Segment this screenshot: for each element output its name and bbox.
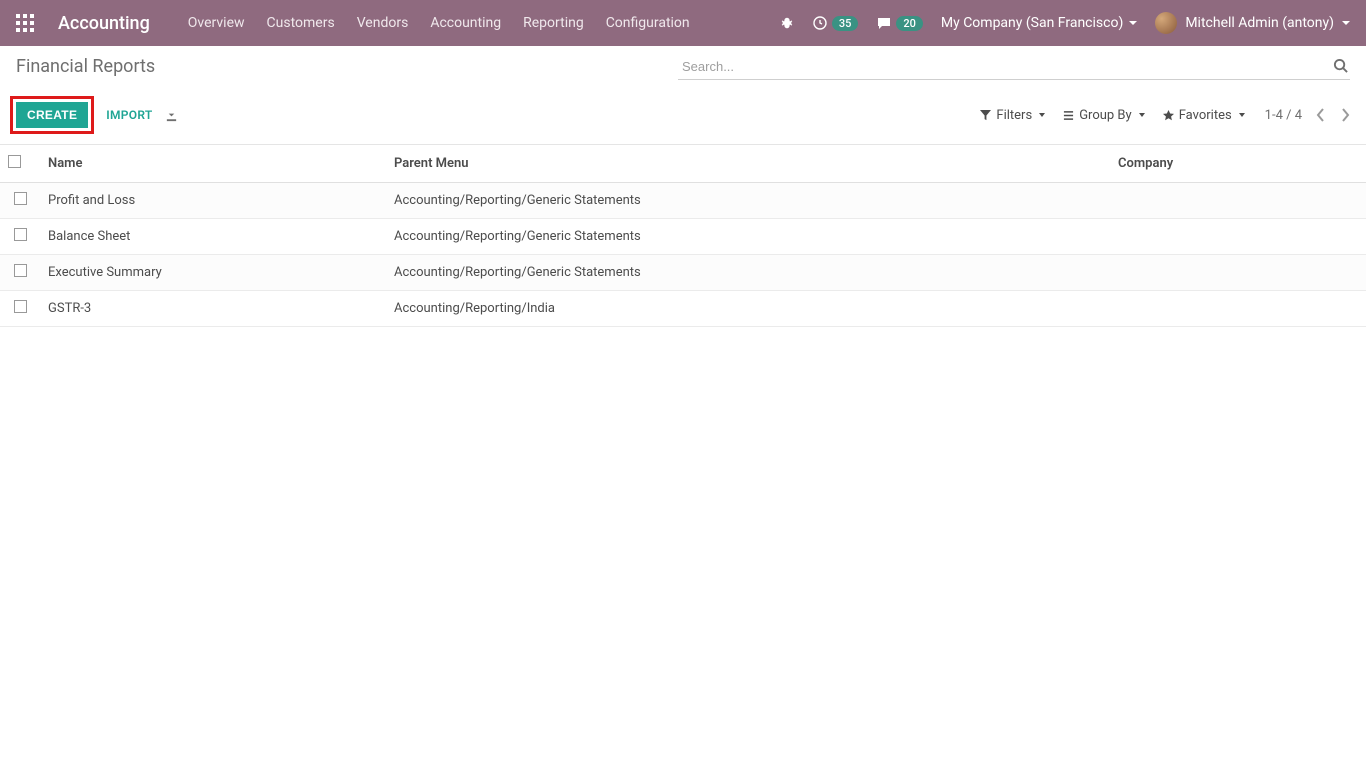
- filters-button[interactable]: Filters: [980, 108, 1045, 123]
- row-checkbox[interactable]: [14, 192, 27, 205]
- header-checkbox-cell: [0, 145, 40, 183]
- download-icon[interactable]: [165, 109, 178, 122]
- cell-name: Executive Summary: [40, 255, 386, 291]
- table-row[interactable]: Profit and Loss Accounting/Reporting/Gen…: [0, 183, 1366, 219]
- search-input[interactable]: [678, 56, 1350, 80]
- cell-parent: Accounting/Reporting/Generic Statements: [386, 183, 1110, 219]
- pager: 1-4 / 4: [1265, 108, 1350, 123]
- company-switcher[interactable]: My Company (San Francisco): [941, 15, 1137, 31]
- select-all-checkbox[interactable]: [8, 155, 21, 168]
- filters-label: Filters: [996, 108, 1032, 123]
- cp-row-bottom: CREATE IMPORT Filters Group By: [16, 88, 1350, 144]
- cell-company: [1110, 219, 1366, 255]
- row-checkbox[interactable]: [14, 300, 27, 313]
- caret-down-icon: [1239, 113, 1245, 117]
- create-button[interactable]: CREATE: [16, 102, 88, 128]
- cell-name: Profit and Loss: [40, 183, 386, 219]
- group-by-button[interactable]: Group By: [1063, 108, 1145, 123]
- import-button[interactable]: IMPORT: [106, 108, 152, 122]
- control-panel: Financial Reports CREATE IMPORT Filters: [0, 46, 1366, 145]
- header-company[interactable]: Company: [1110, 145, 1366, 183]
- table-row[interactable]: Balance Sheet Accounting/Reporting/Gener…: [0, 219, 1366, 255]
- cell-company: [1110, 183, 1366, 219]
- favorites-button[interactable]: Favorites: [1163, 108, 1245, 123]
- pager-text[interactable]: 1-4 / 4: [1265, 108, 1302, 123]
- navbar-right: 35 20 My Company (San Francisco) Mitchel…: [780, 12, 1350, 34]
- cell-parent: Accounting/Reporting/Generic Statements: [386, 255, 1110, 291]
- caret-down-icon: [1342, 21, 1350, 25]
- nav-link-accounting[interactable]: Accounting: [430, 15, 501, 31]
- user-name: Mitchell Admin (antony): [1185, 15, 1334, 31]
- search-icon[interactable]: [1333, 58, 1348, 77]
- nav-link-reporting[interactable]: Reporting: [523, 15, 584, 31]
- header-parent[interactable]: Parent Menu: [386, 145, 1110, 183]
- row-checkbox[interactable]: [14, 264, 27, 277]
- table-header-row: Name Parent Menu Company: [0, 145, 1366, 183]
- caret-down-icon: [1039, 113, 1045, 117]
- pager-next[interactable]: [1340, 108, 1350, 122]
- page-title: Financial Reports: [16, 56, 155, 80]
- nav-link-configuration[interactable]: Configuration: [606, 15, 690, 31]
- cell-name: GSTR-3: [40, 291, 386, 327]
- caret-down-icon: [1139, 113, 1145, 117]
- filter-group: Filters Group By Favorites: [980, 108, 1244, 123]
- bug-icon[interactable]: [780, 16, 794, 30]
- left-buttons: CREATE IMPORT: [16, 96, 178, 134]
- pager-prev[interactable]: [1316, 108, 1326, 122]
- create-highlight: CREATE: [10, 96, 94, 134]
- table-row[interactable]: GSTR-3 Accounting/Reporting/India: [0, 291, 1366, 327]
- cell-parent: Accounting/Reporting/India: [386, 291, 1110, 327]
- list-table: Name Parent Menu Company Profit and Loss…: [0, 145, 1366, 327]
- app-title[interactable]: Accounting: [58, 13, 150, 34]
- navbar-left: Accounting Overview Customers Vendors Ac…: [16, 13, 690, 34]
- nav-link-vendors[interactable]: Vendors: [357, 15, 409, 31]
- nav-link-customers[interactable]: Customers: [267, 15, 335, 31]
- row-checkbox[interactable]: [14, 228, 27, 241]
- table-row[interactable]: Executive Summary Accounting/Reporting/G…: [0, 255, 1366, 291]
- header-name[interactable]: Name: [40, 145, 386, 183]
- nav-links: Overview Customers Vendors Accounting Re…: [188, 15, 690, 31]
- chat-pill[interactable]: 20: [876, 15, 923, 31]
- timer-badge: 35: [832, 16, 859, 31]
- cell-name: Balance Sheet: [40, 219, 386, 255]
- group-by-label: Group By: [1079, 108, 1132, 123]
- cp-row-top: Financial Reports: [16, 56, 1350, 80]
- cell-company: [1110, 291, 1366, 327]
- avatar: [1155, 12, 1177, 34]
- user-menu[interactable]: Mitchell Admin (antony): [1155, 12, 1350, 34]
- caret-down-icon: [1129, 21, 1137, 25]
- favorites-label: Favorites: [1179, 108, 1232, 123]
- chat-badge: 20: [896, 16, 923, 31]
- apps-icon[interactable]: [16, 14, 34, 32]
- cell-parent: Accounting/Reporting/Generic Statements: [386, 219, 1110, 255]
- right-controls: Filters Group By Favorites 1-4 / 4: [980, 108, 1350, 123]
- cell-company: [1110, 255, 1366, 291]
- nav-link-overview[interactable]: Overview: [188, 15, 245, 31]
- search-box: [678, 56, 1350, 80]
- top-navbar: Accounting Overview Customers Vendors Ac…: [0, 0, 1366, 46]
- timer-pill[interactable]: 35: [812, 15, 859, 31]
- company-name: My Company (San Francisco): [941, 15, 1123, 31]
